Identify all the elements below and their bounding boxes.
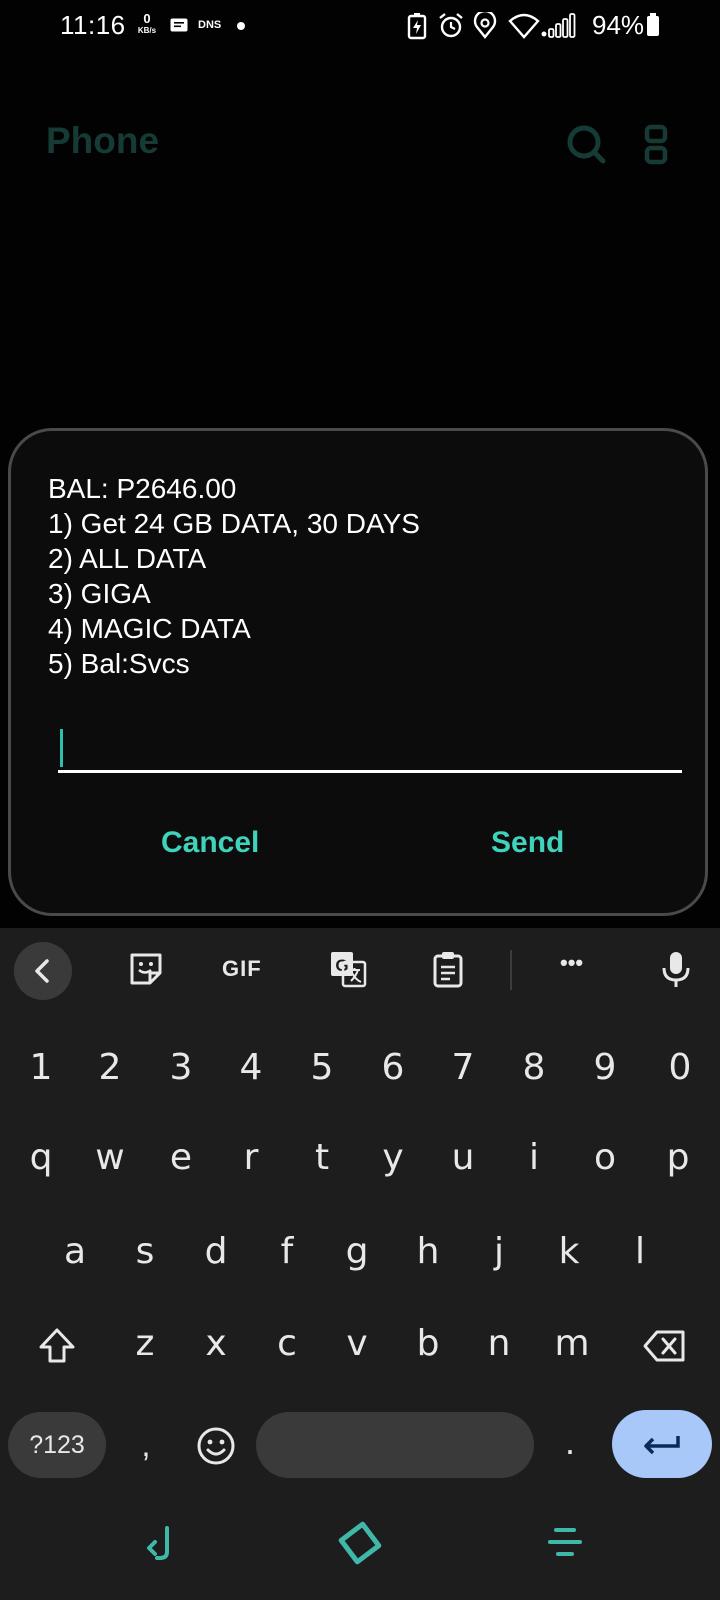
key-7[interactable]: 7 <box>428 1028 498 1108</box>
key-j[interactable]: j <box>464 1212 534 1292</box>
number-row: 1 2 3 4 5 6 7 8 9 0 <box>0 1028 720 1108</box>
toolbar-back-button[interactable] <box>14 942 72 1000</box>
symbols-key[interactable]: ?123 <box>8 1412 106 1478</box>
letter-row-1: q w e r t y u i o p <box>0 1118 720 1198</box>
key-8[interactable]: 8 <box>499 1028 569 1108</box>
send-button[interactable]: Send <box>491 826 564 860</box>
key-w[interactable]: w <box>75 1118 145 1198</box>
key-5[interactable]: 5 <box>287 1028 357 1108</box>
key-h[interactable]: h <box>393 1212 463 1292</box>
period-key[interactable]: . <box>550 1412 590 1478</box>
key-p[interactable]: p <box>643 1118 713 1198</box>
key-i[interactable]: i <box>499 1118 569 1198</box>
key-2[interactable]: 2 <box>75 1028 145 1108</box>
enter-icon <box>644 1436 680 1455</box>
message-icon <box>170 18 188 32</box>
more-options-icon[interactable] <box>644 124 668 166</box>
key-n[interactable]: n <box>464 1304 534 1384</box>
chevron-left-icon <box>35 959 49 983</box>
key-s[interactable]: s <box>110 1212 180 1292</box>
key-m[interactable]: m <box>537 1304 607 1384</box>
key-l[interactable]: l <box>605 1212 675 1292</box>
shift-key[interactable] <box>22 1304 92 1384</box>
key-f[interactable]: f <box>252 1212 322 1292</box>
key-y[interactable]: y <box>358 1118 428 1198</box>
home-nav-icon[interactable] <box>335 1518 385 1568</box>
app-title: Phone <box>46 120 160 161</box>
screen: 11:16 0 KB/s DNS 94% Phone BAL: P2646.00… <box>0 0 720 1600</box>
key-u[interactable]: u <box>428 1118 498 1198</box>
backspace-key[interactable] <box>628 1304 698 1384</box>
more-icon[interactable]: ••• <box>560 950 583 976</box>
cancel-button[interactable]: Cancel <box>161 826 259 860</box>
recents-nav-icon[interactable] <box>540 1518 590 1568</box>
toolbar-divider <box>510 950 512 990</box>
key-z[interactable]: z <box>110 1304 180 1384</box>
text-cursor <box>60 729 63 767</box>
key-1[interactable]: 1 <box>6 1028 76 1108</box>
hotspot-icon <box>473 12 497 39</box>
net-speed-unit: KB/s <box>137 26 157 35</box>
key-d[interactable]: d <box>181 1212 251 1292</box>
battery-icon <box>647 13 659 36</box>
input-underline <box>58 770 682 773</box>
backspace-icon <box>643 1330 685 1362</box>
search-icon[interactable] <box>562 120 610 168</box>
dns-indicator: DNS <box>198 19 222 31</box>
microphone-icon[interactable] <box>656 949 696 989</box>
ussd-reply-input[interactable] <box>58 721 682 773</box>
emoji-icon[interactable] <box>190 1420 242 1472</box>
net-speed: 0 KB/s <box>134 12 160 35</box>
shift-icon <box>39 1328 75 1363</box>
alarm-icon <box>439 13 463 38</box>
ussd-dialog: BAL: P2646.00 1) Get 24 GB DATA, 30 DAYS… <box>8 428 708 916</box>
keyboard-toolbar: GIF G ••• <box>0 928 720 1008</box>
back-nav-icon[interactable] <box>135 1518 185 1568</box>
key-g[interactable]: g <box>322 1212 392 1292</box>
key-k[interactable]: k <box>534 1212 604 1292</box>
clipboard-icon[interactable] <box>428 949 468 989</box>
key-4[interactable]: 4 <box>216 1028 286 1108</box>
key-e[interactable]: e <box>146 1118 216 1198</box>
notification-dot-icon <box>237 22 245 30</box>
battery-percent: 94% <box>592 10 645 40</box>
status-bar: 11:16 0 KB/s DNS 94% <box>0 0 720 54</box>
key-o[interactable]: o <box>570 1118 640 1198</box>
net-speed-value: 0 <box>143 11 151 26</box>
key-r[interactable]: r <box>216 1118 286 1198</box>
key-b[interactable]: b <box>393 1304 463 1384</box>
translate-icon[interactable]: G <box>328 949 368 989</box>
key-0[interactable]: 0 <box>645 1028 715 1108</box>
key-3[interactable]: 3 <box>146 1028 216 1108</box>
enter-key[interactable] <box>612 1410 712 1478</box>
sticker-icon[interactable] <box>126 949 166 989</box>
key-t[interactable]: t <box>287 1118 357 1198</box>
key-v[interactable]: v <box>322 1304 392 1384</box>
key-q[interactable]: q <box>6 1118 76 1198</box>
status-time: 11:16 <box>60 10 126 40</box>
key-6[interactable]: 6 <box>358 1028 428 1108</box>
battery-saver-icon <box>407 13 427 40</box>
letter-row-2: a s d f g h j k l <box>0 1212 720 1292</box>
comma-key[interactable]: , <box>126 1412 166 1478</box>
wifi-icon <box>508 13 540 39</box>
keyboard: GIF G ••• <box>0 928 720 1488</box>
gif-button[interactable]: GIF <box>222 956 262 982</box>
ussd-message: BAL: P2646.00 1) Get 24 GB DATA, 30 DAYS… <box>48 473 420 679</box>
key-c[interactable]: c <box>252 1304 322 1384</box>
space-bar[interactable] <box>256 1412 534 1478</box>
key-9[interactable]: 9 <box>570 1028 640 1108</box>
signal-strength-icon <box>541 13 576 38</box>
key-x[interactable]: x <box>181 1304 251 1384</box>
letter-row-3: z x c v b n m <box>0 1304 720 1384</box>
navigation-bar <box>0 1488 720 1600</box>
key-a[interactable]: a <box>40 1212 110 1292</box>
